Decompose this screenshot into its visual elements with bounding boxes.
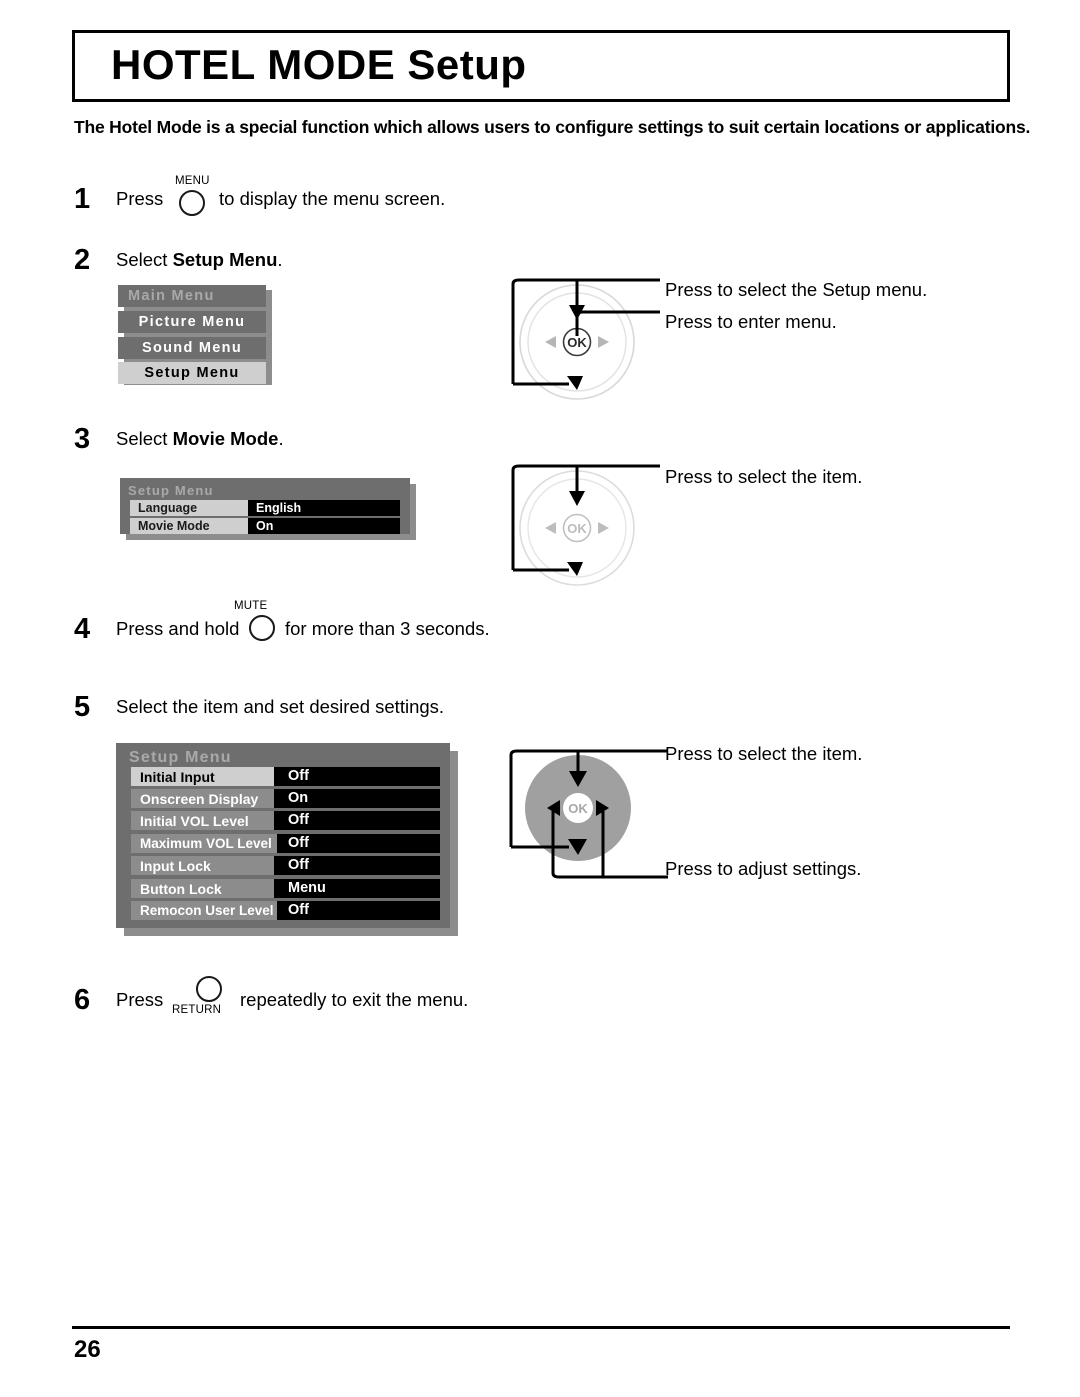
- setup-menu-small-row-value[interactable]: English: [248, 500, 400, 516]
- setup-menu-hotel-row-label[interactable]: Input Lock: [131, 856, 274, 875]
- step-1-text-after: to display the menu screen.: [219, 188, 446, 209]
- step-3-text: Select Movie Mode.: [116, 428, 284, 449]
- menu-button-icon[interactable]: [179, 190, 205, 216]
- setup-menu-hotel-row-label[interactable]: Onscreen Display: [131, 789, 274, 808]
- setup-menu-small-row-label[interactable]: Movie Mode: [130, 518, 248, 534]
- setup-menu-hotel-row-value[interactable]: On: [274, 789, 440, 808]
- setup-menu-hotel-row-value[interactable]: Off: [274, 767, 440, 786]
- main-menu-item-label: Setup Menu: [144, 365, 240, 381]
- step-5-text: Select the item and set desired settings…: [116, 696, 445, 717]
- step-2-number: 2: [74, 244, 91, 276]
- footer-divider: [72, 1326, 1010, 1329]
- step-3-text-plain: Select: [116, 428, 173, 449]
- dpad-diagram-step-2: OK: [505, 272, 665, 407]
- main-menu-item-label: Picture Menu: [138, 314, 246, 330]
- main-menu-item-sound-menu[interactable]: Sound Menu: [118, 337, 266, 359]
- setup-menu-hotel-row-label[interactable]: Button Lock: [131, 879, 274, 898]
- step-4-text-after: for more than 3 seconds.: [285, 618, 490, 639]
- step-2-text-plain: Select: [116, 249, 173, 270]
- step-6-number: 6: [74, 984, 91, 1016]
- main-menu-item-label: Sound Menu: [142, 340, 242, 356]
- setup-menu-hotel-row-value[interactable]: Off: [277, 901, 440, 920]
- step-5-callout-top: Press to select the item.: [665, 743, 863, 764]
- return-button-caption: RETURN: [172, 1004, 222, 1016]
- setup-menu-hotel-row-label[interactable]: Maximum VOL Level: [131, 834, 281, 853]
- setup-menu-hotel-row-value[interactable]: Off: [274, 856, 440, 875]
- dpad-diagram-step-3: OK: [505, 458, 665, 593]
- mute-button-caption: MUTE: [234, 600, 268, 612]
- setup-menu-hotel-row-label[interactable]: Remocon User Level: [131, 901, 281, 920]
- mute-button-icon[interactable]: [249, 615, 275, 641]
- step-1-number: 1: [74, 183, 91, 215]
- setup-menu-small-row-label[interactable]: Language: [130, 500, 248, 516]
- setup-menu-hotel-row-value[interactable]: Off: [274, 811, 440, 830]
- setup-menu-hotel-row-label[interactable]: Initial Input: [131, 767, 274, 786]
- step-3-number: 3: [74, 423, 91, 455]
- setup-menu-hotel-title: Setup Menu: [129, 749, 232, 766]
- step-5-callout-bottom: Press to adjust settings.: [665, 858, 862, 879]
- main-menu-title-row: Main Menu: [118, 285, 266, 307]
- svg-text:OK: OK: [567, 521, 587, 536]
- page-number: 26: [74, 1336, 101, 1363]
- main-menu-item-picture-menu[interactable]: Picture Menu: [118, 311, 266, 333]
- setup-menu-small-title: Setup Menu: [128, 483, 214, 498]
- setup-menu-hotel-row-value[interactable]: Off: [277, 834, 440, 853]
- intro-paragraph: The Hotel Mode is a special function whi…: [74, 117, 1031, 137]
- svg-text:OK: OK: [567, 335, 587, 350]
- dpad-diagram-step-5: OK: [505, 745, 675, 890]
- step-2-callout-mid: Press to enter menu.: [665, 311, 837, 332]
- step-1-text-before: Press: [116, 188, 164, 209]
- step-4-number: 4: [74, 613, 91, 645]
- step-4-text-before: Press and hold: [116, 618, 240, 639]
- main-menu-title: Main Menu: [128, 288, 215, 304]
- step-2-text: Select Setup Menu.: [116, 249, 283, 270]
- step-3-text-tail: .: [278, 428, 284, 449]
- step-3-text-bold: Movie Mode: [172, 428, 279, 449]
- setup-menu-small-row-value[interactable]: On: [248, 518, 400, 534]
- step-6-text-after: repeatedly to exit the menu.: [240, 989, 469, 1010]
- page-title-box: HOTEL MODE Setup: [72, 30, 1010, 102]
- menu-button-caption: MENU: [175, 175, 210, 187]
- step-6-text-before: Press: [116, 989, 164, 1010]
- page-title: HOTEL MODE Setup: [111, 41, 527, 89]
- return-button-icon[interactable]: [196, 976, 222, 1002]
- setup-menu-hotel-row-value[interactable]: Menu: [274, 879, 440, 898]
- step-2-callout-top: Press to select the Setup menu.: [665, 279, 928, 300]
- step-3-callout-top: Press to select the item.: [665, 466, 863, 487]
- setup-menu-hotel-row-label[interactable]: Initial VOL Level: [131, 811, 274, 830]
- step-2-text-tail: .: [277, 249, 283, 270]
- main-menu-item-setup-menu[interactable]: Setup Menu: [118, 362, 266, 384]
- step-2-text-bold: Setup Menu: [172, 249, 278, 270]
- svg-text:OK: OK: [568, 801, 588, 816]
- step-5-number: 5: [74, 691, 91, 723]
